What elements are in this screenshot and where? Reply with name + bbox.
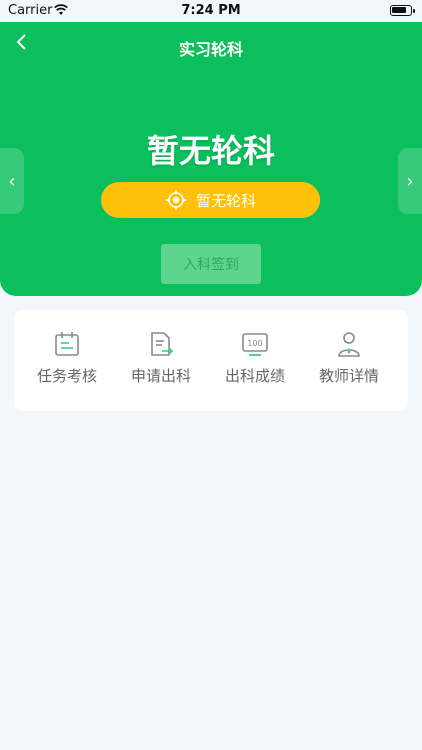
chevron-left-icon: ‹ bbox=[8, 170, 16, 192]
menu-item-apply-exit[interactable]: 申请出科 bbox=[114, 330, 208, 386]
menu-item-label: 任务考核 bbox=[36, 367, 97, 385]
rotation-hero: 实习轮科 ‹ › 暂无轮科 暂无轮科 入科签到 bbox=[0, 22, 422, 296]
carrier-label: Carrier bbox=[8, 3, 53, 18]
rotation-status-label: 暂无轮科 bbox=[195, 191, 256, 210]
rotation-status-pill[interactable]: 暂无轮科 bbox=[101, 182, 320, 218]
menu-item-label: 教师详情 bbox=[318, 367, 379, 385]
menu-item-label: 申请出科 bbox=[130, 367, 191, 385]
menu-item-task-assessment[interactable]: 任务考核 bbox=[20, 330, 114, 386]
svg-text:100: 100 bbox=[247, 339, 262, 348]
page-title: 实习轮科 bbox=[178, 40, 243, 59]
function-menu: 任务考核 申请出科 100 出科成绩 教师详情 bbox=[14, 310, 408, 411]
clock-time: 7:24 PM bbox=[181, 3, 241, 18]
rotation-title: 暂无轮科 bbox=[146, 132, 275, 170]
status-bar: Carrier 7:24 PM bbox=[0, 0, 422, 22]
menu-item-teacher-details[interactable]: 教师详情 bbox=[302, 330, 396, 386]
teacher-icon bbox=[338, 332, 360, 357]
check-in-button[interactable]: 入科签到 bbox=[161, 244, 261, 284]
menu-item-exit-score[interactable]: 100 出科成绩 bbox=[208, 330, 302, 386]
document-export-icon bbox=[151, 332, 174, 356]
chevron-right-icon: › bbox=[406, 170, 414, 192]
menu-item-label: 出科成绩 bbox=[224, 367, 285, 385]
battery-icon bbox=[390, 5, 415, 16]
wifi-icon bbox=[54, 4, 68, 15]
target-icon bbox=[165, 190, 186, 210]
calendar-task-icon bbox=[55, 332, 79, 356]
score-100-icon: 100 bbox=[242, 333, 268, 356]
